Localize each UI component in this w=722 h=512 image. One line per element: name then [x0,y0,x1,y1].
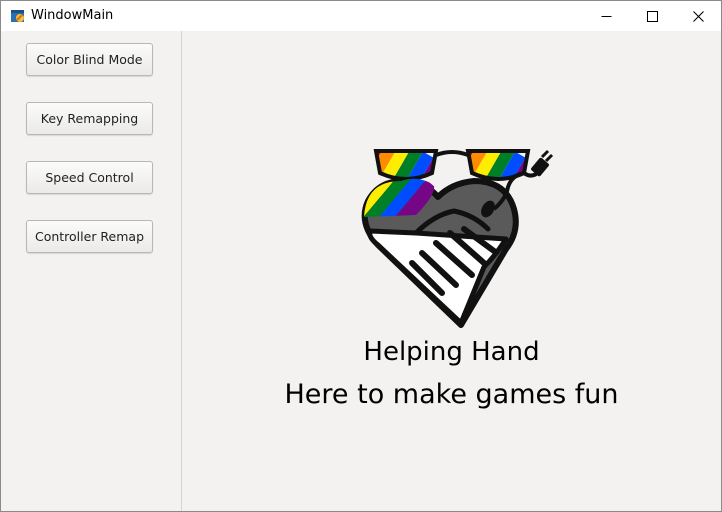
controller-remap-button[interactable]: Controller Remap [26,220,153,253]
app-name-text: Helping Hand [363,337,540,367]
sidebar: Color Blind Mode Key Remapping Speed Con… [1,31,182,511]
window-title: WindowMain [31,8,114,23]
tagline-text: Here to make games fun [284,379,619,410]
maximize-icon [646,10,658,22]
minimize-button[interactable] [583,1,629,31]
key-remapping-button[interactable]: Key Remapping [26,102,153,135]
title-bar[interactable]: WindowMain [1,1,721,31]
minimize-icon [601,15,611,17]
helping-hand-logo-icon [361,149,554,328]
app-window: WindowMain Color Blind Mode Key Remappin… [0,0,722,512]
color-blind-mode-button[interactable]: Color Blind Mode [26,43,153,76]
main-content: Helping Hand Here to make games fun [182,31,721,511]
close-icon [692,10,704,22]
app-icon [11,10,24,22]
maximize-button[interactable] [629,1,675,31]
close-button[interactable] [675,1,721,31]
speed-control-button[interactable]: Speed Control [26,161,153,194]
